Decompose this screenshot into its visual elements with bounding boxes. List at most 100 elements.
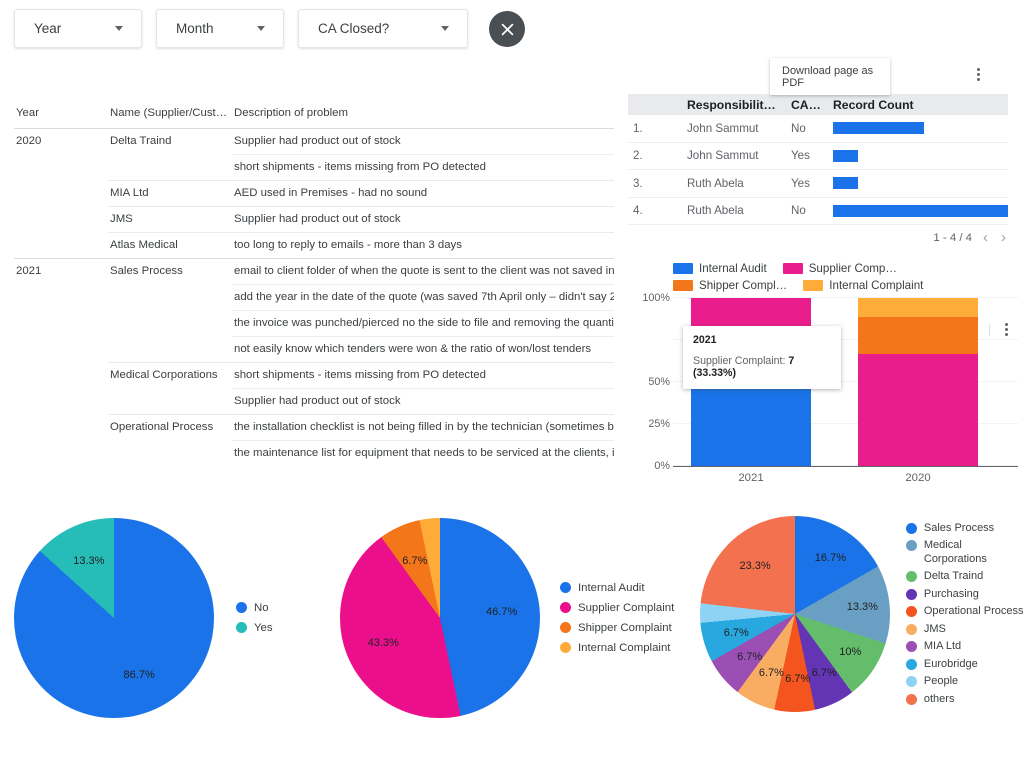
bar-2020[interactable]	[858, 298, 978, 466]
x-axis-tick: 2021	[738, 472, 764, 484]
column-header-responsibility[interactable]: Responsibilit…	[687, 98, 791, 112]
table-row[interactable]: 4. Ruth Abela No	[628, 198, 1008, 225]
filter-bar: Year Month CA Closed?	[0, 0, 1024, 58]
cell-ca-closed: Yes	[791, 149, 810, 163]
legend-label: Operational Process	[923, 605, 1024, 618]
record-count-table[interactable]: Responsibilit… CA… Record Count 1. John S…	[628, 94, 1008, 336]
legend-item[interactable]: Internal Complaint	[560, 641, 674, 655]
cell-name: Operational Process	[110, 421, 214, 433]
record-table-body: 1. John Sammut No 2. John Sammut Yes 3. Ruth Ab…	[628, 115, 1008, 225]
legend-item[interactable]: Supplier Complaint	[560, 601, 674, 615]
legend-item[interactable]: Shipper Compl…	[673, 279, 787, 292]
legend-item[interactable]: Operational Process	[905, 605, 1024, 619]
stacked-bar-chart[interactable]: Internal Audit Supplier Comp… Shipper Comp…	[628, 262, 1018, 484]
legend-item[interactable]: Delta Traind	[905, 570, 1024, 584]
cell-responsibility: John Sammut	[687, 121, 759, 135]
legend-swatch	[673, 280, 693, 291]
page-more-menu-button[interactable]	[977, 68, 980, 81]
legend-item[interactable]: JMS	[905, 623, 1024, 637]
legend-item[interactable]: People	[905, 675, 1024, 689]
column-header-ca[interactable]: CA…	[791, 98, 833, 112]
table-row[interactable]: add the year in the date of the quote (w…	[14, 284, 614, 310]
table-row[interactable]: MIA Ltd AED used in Premises - had no sou…	[14, 180, 614, 206]
legend-item[interactable]: Internal Audit	[673, 262, 767, 275]
legend-item[interactable]: Yes	[236, 621, 273, 635]
column-header-name[interactable]: Name (Supplier/Cust…	[110, 107, 234, 128]
cell-year: 2021	[16, 265, 42, 277]
pie-disc[interactable]: 86.7% 13.3%	[14, 518, 214, 718]
pie-chart-supplier-name[interactable]: 16.7% 13.3% 10% 6.7% 6.7% 6.7% 6.7% 6.7% 23.3% S…	[700, 516, 1024, 712]
legend-swatch	[905, 588, 917, 600]
column-header-description[interactable]: Description of problem	[234, 107, 614, 128]
legend-swatch	[905, 623, 917, 635]
legend-item[interactable]: others	[905, 693, 1024, 707]
table-row[interactable]: 2. John Sammut Yes	[628, 143, 1008, 170]
legend-swatch	[560, 582, 571, 593]
legend-label: People	[923, 675, 959, 688]
clear-filters-button[interactable]	[489, 11, 525, 47]
legend-item[interactable]: Internal Audit	[560, 581, 674, 595]
legend-item[interactable]: Purchasing	[905, 588, 1024, 602]
bar-segment[interactable]	[858, 316, 978, 354]
legend-item[interactable]: MIA Ltd	[905, 640, 1024, 654]
bar-segment[interactable]	[858, 298, 978, 317]
problem-detail-table[interactable]: Year Name (Supplier/Cust… Description of…	[14, 107, 614, 466]
legend-swatch	[236, 622, 247, 633]
legend-item[interactable]: No	[236, 601, 273, 615]
pie-disc[interactable]: 16.7% 13.3% 10% 6.7% 6.7% 6.7% 6.7% 6.7% 23.3%	[700, 516, 890, 712]
tooltip-body: Supplier Complaint: 7 (33.33%)	[693, 355, 831, 379]
table-row[interactable]: the invoice was punched/pierced no the s…	[14, 310, 614, 336]
pie-chart-complaint-type[interactable]: 46.7% 43.3% 6.7% Internal Audit Supplier Co…	[340, 518, 674, 718]
table-row[interactable]: 2020 Delta Traind Supplier had product out…	[14, 128, 614, 154]
cell-description: the maintenance list for equipment that …	[234, 447, 614, 459]
table-row[interactable]: the maintenance list for equipment that …	[14, 440, 614, 466]
table-row[interactable]: JMS Supplier had product out of stock	[14, 206, 614, 232]
table-row[interactable]: Medical Corporations short shipments - it…	[14, 362, 614, 388]
filter-chip-ca-closed[interactable]: CA Closed?	[298, 9, 468, 48]
table-row[interactable]: not easily know which tenders were won &…	[14, 336, 614, 362]
table-row[interactable]: short shipments - items missing from PO …	[14, 154, 614, 180]
cell-name: Atlas Medical	[110, 239, 178, 251]
legend-item[interactable]: Medical Corporations	[905, 539, 1024, 566]
table-row[interactable]: Operational Process the installation chec…	[14, 414, 614, 440]
legend-item[interactable]: Shipper Complaint	[560, 621, 674, 635]
download-pdf-tooltip[interactable]: Download page as PDF	[770, 58, 890, 95]
cell-description: email to client folder of when the quote…	[234, 265, 614, 277]
legend-label: Internal Audit	[699, 262, 767, 275]
record-table-header-row: Responsibilit… CA… Record Count	[628, 94, 1008, 115]
x-axis-tick: 2020	[905, 472, 931, 484]
pie-chart-ca-closed[interactable]: 86.7% 13.3% No Yes	[14, 518, 273, 718]
legend-item[interactable]: Sales Process	[905, 522, 1024, 536]
legend-label: Internal Audit	[578, 582, 645, 594]
filter-chip-year[interactable]: Year	[14, 9, 142, 48]
legend-label: Delta Traind	[923, 570, 984, 583]
cell-description: add the year in the date of the quote (w…	[234, 291, 614, 303]
stacked-bar-x-axis: 2021 2020	[673, 472, 1018, 488]
cell-description: AED used in Premises - had no sound	[234, 187, 428, 199]
legend-item[interactable]: Internal Complaint	[803, 279, 923, 292]
pie-disc[interactable]: 46.7% 43.3% 6.7%	[340, 518, 540, 718]
legend-item[interactable]: Supplier Comp…	[782, 262, 897, 275]
table-row[interactable]: Supplier had product out of stock	[14, 388, 614, 414]
legend-label: Internal Complaint	[829, 279, 924, 292]
table-row[interactable]: 3. Ruth Abela Yes	[628, 170, 1008, 198]
table-row[interactable]: Atlas Medical too long to reply to emails…	[14, 232, 614, 258]
filter-chip-month[interactable]: Month	[156, 9, 284, 48]
column-header-year[interactable]: Year	[14, 107, 110, 128]
cell-name: Sales Process	[110, 265, 183, 277]
cell-index: 2.	[633, 149, 643, 163]
legend-swatch	[905, 606, 917, 618]
table-row[interactable]: 1. John Sammut No	[628, 115, 1008, 143]
y-axis-tick: 50%	[648, 376, 670, 388]
table-row[interactable]: 2021 Sales Process email to client folder …	[14, 258, 614, 284]
stacked-bar-plot-area: 0% 25% 50% 100% 2021 Supplier Complaint: 7 …	[642, 292, 1018, 472]
chevron-down-icon	[257, 26, 265, 31]
legend-item[interactable]: Eurobridge	[905, 658, 1024, 672]
legend-swatch	[905, 571, 917, 583]
chevron-right-icon[interactable]: ›	[999, 230, 1008, 245]
column-header-record-count[interactable]: Record Count	[833, 94, 1008, 115]
chevron-left-icon[interactable]: ‹	[981, 230, 990, 245]
bar-segment[interactable]	[858, 353, 978, 466]
pie-slice-label: 6.7%	[723, 627, 749, 640]
cell-record-count	[833, 198, 1008, 225]
